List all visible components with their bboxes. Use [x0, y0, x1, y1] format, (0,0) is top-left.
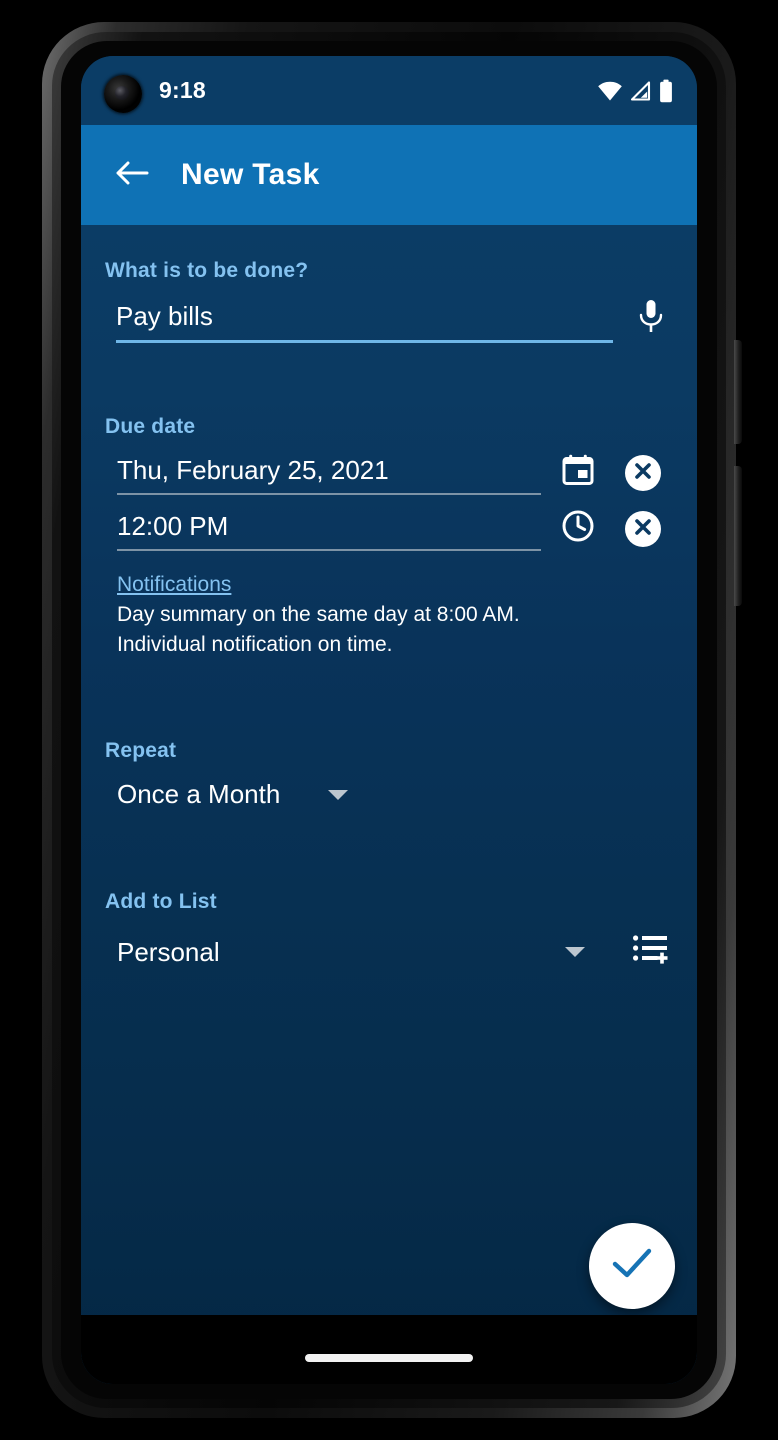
open-time-picker-button[interactable]	[557, 507, 599, 549]
app-bar: New Task	[81, 125, 697, 225]
notifications-block: Notifications Day summary on the same da…	[117, 573, 673, 657]
power-button[interactable]	[734, 340, 742, 444]
clear-circle-icon	[632, 460, 654, 487]
due-date-input[interactable]	[117, 455, 541, 486]
chevron-down-icon[interactable]	[565, 947, 585, 957]
repeat-selected-value: Once a Month	[117, 779, 281, 809]
chevron-down-icon	[328, 789, 349, 800]
due-date-label: Due date	[105, 415, 196, 438]
notification-individual-line: Individual notification on time.	[117, 633, 393, 656]
calendar-icon	[561, 453, 595, 492]
check-icon	[610, 1245, 654, 1288]
clear-due-time-button[interactable]	[625, 511, 661, 547]
due-time-input-wrapper	[117, 511, 541, 551]
due-date-section: Due date Thu, February 25, 2021 12:00 PM…	[105, 343, 673, 657]
new-task-form: What is to be done? Due	[81, 225, 697, 1384]
gesture-home-pill[interactable]	[305, 1354, 473, 1362]
due-date-row	[105, 451, 673, 495]
list-selected-value[interactable]: Personal	[117, 937, 220, 968]
microphone-icon	[636, 298, 666, 341]
battery-icon	[659, 79, 673, 103]
add-to-list-section: Add to List Personal	[105, 810, 673, 974]
phone-screen: 9:18 New Task What is to be done? Pay bi…	[81, 56, 697, 1384]
due-time-input[interactable]	[117, 511, 541, 542]
repeat-section: Repeat Once a Month	[105, 657, 673, 810]
status-bar-icons	[597, 79, 673, 103]
add-to-list-row: Personal	[105, 930, 673, 974]
create-new-list-button[interactable]	[629, 930, 673, 974]
clock-icon	[561, 509, 595, 548]
volume-button[interactable]	[734, 466, 742, 606]
arrow-back-icon	[115, 158, 149, 193]
due-time-row	[105, 507, 673, 551]
clear-due-date-button[interactable]	[625, 455, 661, 491]
repeat-dropdown[interactable]: Once a Month	[105, 779, 673, 810]
status-bar: 9:18	[81, 56, 697, 125]
repeat-label: Repeat	[105, 739, 177, 762]
task-section: What is to be done?	[105, 225, 673, 343]
task-input[interactable]	[116, 301, 613, 332]
voice-input-button[interactable]	[629, 297, 673, 341]
clear-circle-icon	[632, 516, 654, 543]
page-title: New Task	[181, 158, 320, 191]
open-date-picker-button[interactable]	[557, 451, 599, 493]
task-label: What is to be done?	[105, 259, 309, 282]
front-camera-punch-hole	[104, 75, 142, 113]
task-input-wrapper	[116, 301, 613, 343]
task-row	[105, 297, 673, 343]
playlist-add-icon	[633, 933, 669, 972]
notification-summary-line: Day summary on the same day at 8:00 AM.	[117, 603, 520, 626]
back-button[interactable]	[109, 152, 155, 198]
notifications-link[interactable]: Notifications	[117, 573, 231, 597]
wifi-icon	[597, 80, 623, 102]
add-to-list-label: Add to List	[105, 890, 217, 913]
cellular-signal-icon	[630, 80, 652, 102]
status-bar-clock: 9:18	[159, 77, 206, 103]
due-date-input-wrapper	[117, 455, 541, 495]
navigation-bar	[81, 1315, 697, 1384]
save-task-button[interactable]	[589, 1223, 675, 1309]
